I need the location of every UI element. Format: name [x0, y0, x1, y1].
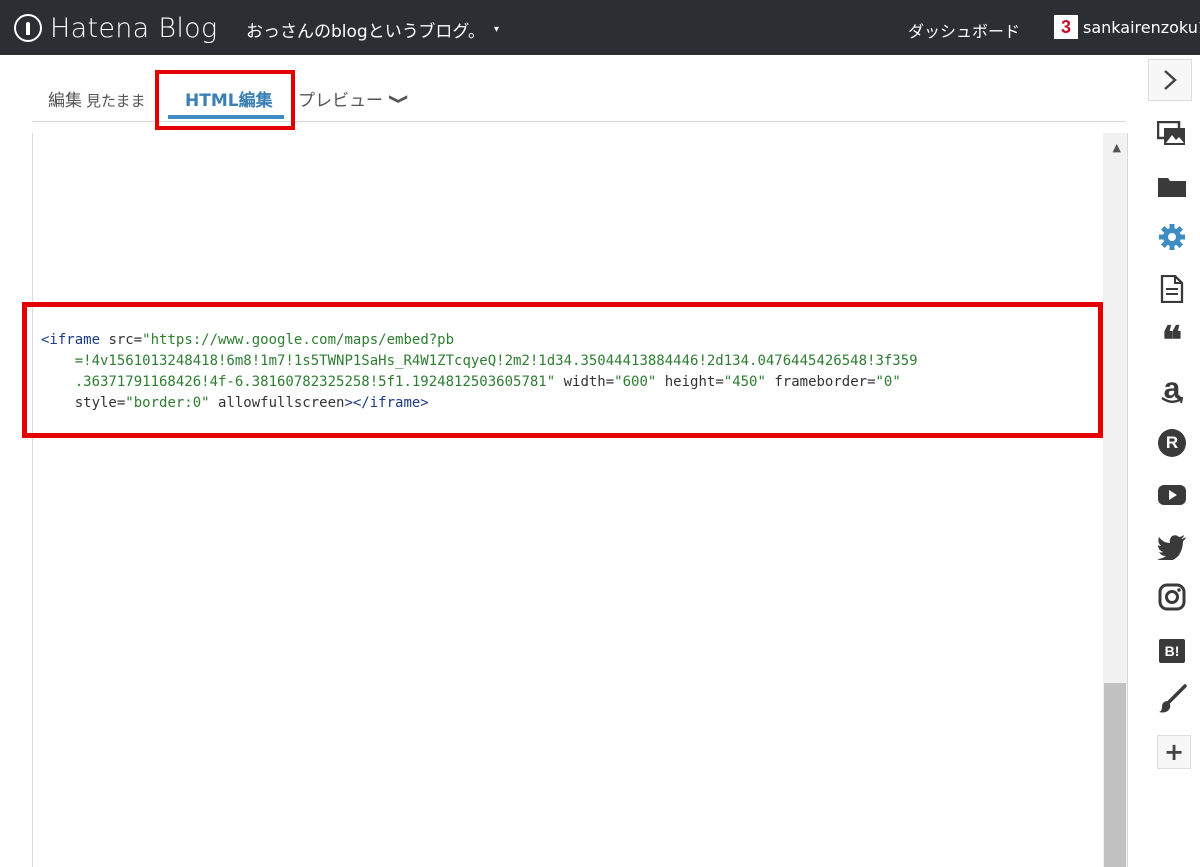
top-navigation-bar: Hatena Blog おっさんのblogというブログ。 ▾ ダッシュボード 3… [0, 0, 1200, 55]
youtube-icon-graphic [1158, 485, 1186, 505]
youtube-icon[interactable] [1156, 479, 1188, 511]
chevron-right-icon [1164, 70, 1177, 90]
instagram-icon-graphic [1158, 583, 1186, 611]
plus-icon: + [1163, 738, 1185, 766]
amazon-smile-graphic [1161, 397, 1183, 404]
document-icon-graphic [1160, 275, 1184, 303]
html-code-editor[interactable]: <iframe src="https://www.google.com/maps… [32, 133, 1128, 867]
rakuten-glyph: R [1158, 429, 1186, 457]
chevron-down-icon: ❯ [388, 92, 410, 105]
folder-icon[interactable] [1156, 171, 1188, 203]
photo-icon-graphic [1157, 121, 1185, 145]
instagram-icon[interactable] [1156, 581, 1188, 613]
user-name: sankairenzoku1 [1083, 17, 1200, 37]
user-avatar: 3 [1054, 15, 1078, 39]
hatena-logo-icon [14, 14, 42, 42]
tab-wysiwyg-edit[interactable]: 編集 見たまま [48, 86, 146, 111]
amazon-icon[interactable]: a [1156, 372, 1188, 405]
annotation-highlight-html-tab [155, 70, 295, 130]
tab-preview[interactable]: プレビュー ❯ [298, 86, 409, 111]
tab-preview-label: プレビュー [298, 91, 383, 111]
hatena-bookmark-glyph: B! [1159, 639, 1185, 663]
hatena-bookmark-icon[interactable]: B! [1156, 635, 1188, 667]
folder-icon-graphic [1158, 178, 1186, 197]
brand-name: Hatena Blog [50, 12, 218, 44]
scroll-up-icon[interactable]: ▲ [1113, 141, 1121, 154]
quote-icon[interactable]: ❝ [1156, 317, 1188, 362]
gear-icon[interactable] [1156, 221, 1188, 253]
editor-tool-sidebar: ❝ a R B! + [1144, 55, 1200, 867]
scrollbar-thumb[interactable] [1104, 683, 1126, 867]
blog-selector[interactable]: おっさんのblogというブログ。 ▾ [246, 17, 499, 42]
gear-icon-graphic [1159, 224, 1185, 250]
collapse-sidebar-button[interactable] [1148, 59, 1192, 101]
hatena-blog-logo[interactable]: Hatena Blog [14, 8, 218, 48]
editor-scrollbar[interactable]: ▲ [1103, 133, 1127, 867]
rakuten-icon[interactable]: R [1156, 427, 1188, 459]
tab-wysiwyg-label: 編集 [48, 91, 82, 111]
photo-icon[interactable] [1156, 118, 1188, 150]
add-module-button[interactable]: + [1157, 735, 1191, 769]
dashboard-link[interactable]: ダッシュボード [908, 18, 1020, 42]
brush-icon[interactable] [1156, 683, 1188, 715]
twitter-icon-graphic [1157, 535, 1186, 560]
tab-wysiwyg-sublabel: 見たまま [86, 92, 146, 110]
caret-down-icon: ▾ [494, 24, 500, 35]
blog-title: おっさんのblogというブログ。 [246, 22, 486, 42]
twitter-icon[interactable] [1156, 531, 1188, 563]
user-menu[interactable]: 3 sankairenzoku1 [1054, 15, 1200, 39]
annotation-highlight-code [22, 302, 1103, 438]
document-icon[interactable] [1156, 273, 1188, 305]
brush-icon-graphic [1159, 684, 1187, 713]
